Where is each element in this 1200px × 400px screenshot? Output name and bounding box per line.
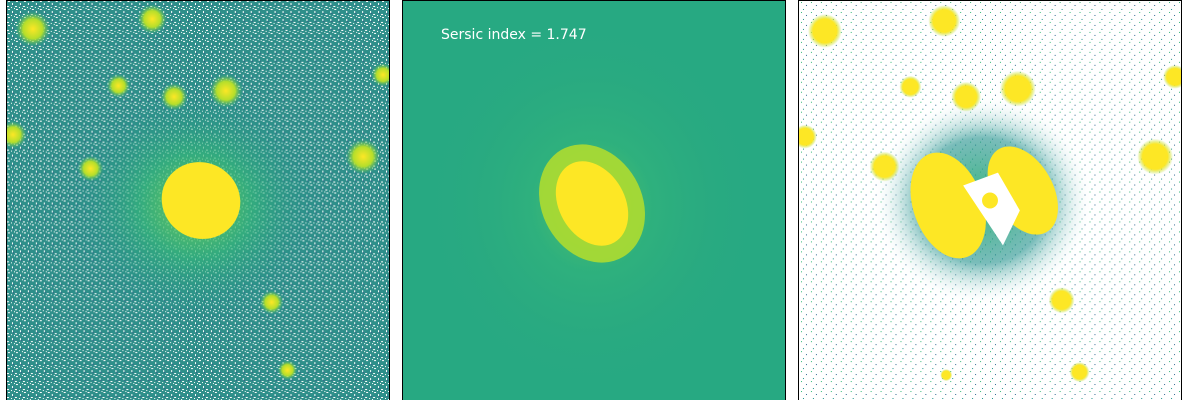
residual-image xyxy=(799,1,1181,400)
observed-galaxy-image-panel xyxy=(6,0,390,400)
sersic-model-image-panel: Sersic index = 1.747 xyxy=(402,0,786,400)
sersic-model-image xyxy=(403,1,785,400)
sersic-index-label: Sersic index = 1.747 xyxy=(441,27,587,43)
residual-image-panel xyxy=(798,0,1182,400)
observed-galaxy-image xyxy=(7,1,389,400)
